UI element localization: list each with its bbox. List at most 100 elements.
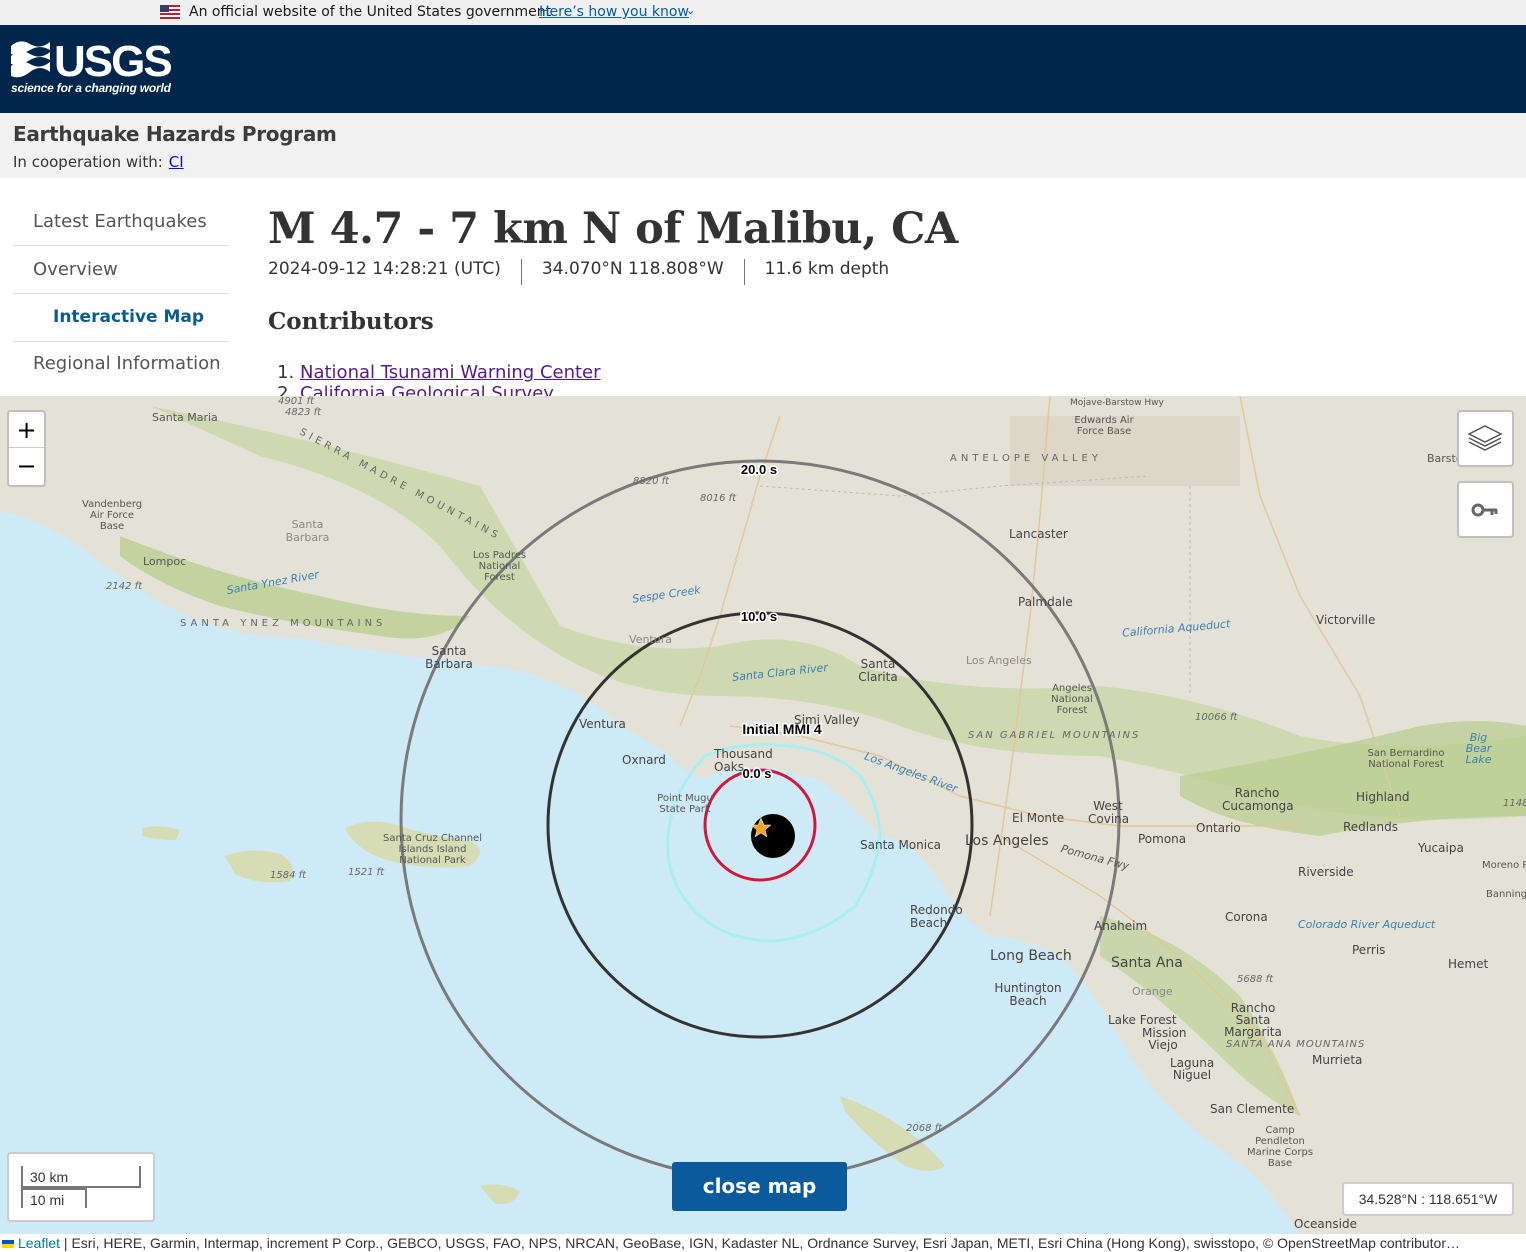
usgs-tagline: science for a changing world — [11, 81, 171, 95]
page-title: M 4.7 - 7 km N of Malibu, CA — [268, 204, 958, 254]
map-label: 4823 ft — [285, 407, 322, 418]
map-label: Santa Barbara — [425, 644, 473, 671]
sidebar-item-overview[interactable]: Overview — [13, 246, 229, 294]
coop-link-ci[interactable]: CI — [169, 153, 184, 171]
close-map-button[interactable]: close map — [672, 1162, 847, 1211]
usgs-wordmark: USGS — [54, 37, 171, 86]
map-label: Redondo Beach — [910, 903, 963, 930]
map-label: Edwards Air Force Base — [1074, 415, 1134, 437]
map-label: Santa Barbara — [285, 518, 330, 544]
legend-button[interactable] — [1457, 481, 1514, 538]
map-label: ANTELOPE VALLEY — [950, 453, 1102, 464]
list-item: National Tsunami Warning Center — [300, 362, 601, 383]
map-label: Ontario — [1196, 821, 1241, 835]
map-label: Los Angeles — [965, 833, 1049, 849]
key-icon — [1471, 503, 1498, 517]
sidebar-item-regional-information[interactable]: Regional Information — [13, 342, 229, 402]
map-label: 5688 ft — [1237, 974, 1274, 985]
map-label: 1584 ft — [270, 870, 307, 881]
map-label: Simi Valley — [794, 713, 860, 727]
sidebar-nav: Latest Earthquakes Overview Interactive … — [13, 198, 229, 402]
map-label: Thousand Oaks — [714, 747, 773, 774]
map-attribution: Leaflet | Esri, HERE, Garmin, Intermap, … — [0, 1234, 1526, 1252]
ring-label-20: 20.0 s — [741, 462, 777, 477]
map-label: Lancaster — [1009, 527, 1068, 541]
sidebar-item-latest-earthquakes[interactable]: Latest Earthquakes — [13, 198, 229, 246]
map-label: Los Angeles — [966, 654, 1032, 667]
map-label: Hemet — [1448, 957, 1489, 971]
map-label: San Bernardino National Forest — [1367, 748, 1445, 770]
map-label: Rancho Cucamonga — [1222, 786, 1294, 813]
us-flag-icon — [160, 5, 180, 19]
map-label: 1521 ft — [348, 867, 385, 878]
zoom-out-button[interactable]: − — [9, 448, 44, 484]
layers-icon — [1467, 425, 1503, 451]
map-label: Redlands — [1343, 820, 1398, 834]
how-you-know-link[interactable]: Here’s how you know — [539, 4, 689, 20]
mouse-coordinates: 34.528°N : 118.651°W — [1342, 1182, 1514, 1216]
map-label: 4901 ft — [278, 396, 315, 407]
map-label: Corona — [1225, 910, 1268, 924]
map-label: El Monte — [1012, 811, 1065, 825]
event-overlay: 20.0 s 10.0 s 0.0 s Initial MMI 4 — [399, 459, 1121, 1181]
map-label: SANTA ANA MOUNTAINS — [1226, 1039, 1366, 1050]
sidebar-item-interactive-map[interactable]: Interactive Map — [13, 294, 229, 342]
map-label: Santa Monica — [860, 838, 942, 852]
map-label: Vandenberg Air Force Base — [82, 499, 143, 532]
zoom-in-button[interactable]: + — [9, 412, 44, 448]
map-label: Santa Ana — [1111, 955, 1183, 971]
map-label: Camp Pendleton Marine Corps Base — [1246, 1125, 1314, 1169]
scale-bar: 30 km 10 mi — [7, 1152, 155, 1222]
map-label: San Clemente — [1210, 1102, 1295, 1116]
chevron-down-icon[interactable]: ⌄ — [686, 4, 695, 17]
event-location: 34.070°N 118.808°W — [520, 259, 744, 285]
map-label: Angeles National Forest — [1051, 683, 1093, 716]
map-label: Huntington Beach — [994, 981, 1062, 1008]
map-label: Santa Clarita — [858, 657, 898, 684]
map-label: Palmdale — [1018, 595, 1073, 609]
map-label: Lompoc — [143, 555, 187, 568]
map-label: Point Mugu State Park — [657, 793, 713, 815]
map-label: Orange — [1132, 985, 1173, 998]
program-bar: Earthquake Hazards Program In cooperatio… — [0, 113, 1526, 178]
gov-banner-text: An official website of the United States… — [189, 4, 552, 20]
map-label: 8820 ft — [633, 476, 670, 487]
event-time: 2024-09-12 14:28:21 (UTC) — [268, 259, 501, 279]
map-label: West Covina — [1088, 799, 1130, 826]
map-label: Moreno Reservation — [1482, 860, 1526, 871]
map-label: Murrieta — [1312, 1053, 1363, 1067]
event-depth: 11.6 km depth — [743, 259, 910, 285]
interactive-map[interactable]: 20.0 s 10.0 s 0.0 s Initial MMI 4 Santa … — [0, 396, 1526, 1234]
layers-button[interactable] — [1457, 410, 1514, 467]
map-label: Victorville — [1316, 613, 1376, 627]
map-label: Lake Forest — [1108, 1013, 1177, 1027]
map-label: Riverside — [1298, 865, 1354, 879]
map-label: Colorado River Aqueduct — [1298, 918, 1436, 931]
map-label: Oceanside — [1294, 1217, 1357, 1231]
map-label: Los Padres National Forest — [472, 550, 527, 583]
map-label: Banning — [1486, 889, 1526, 900]
ukraine-flag-icon — [2, 1240, 14, 1249]
ring-label-10: 10.0 s — [741, 609, 777, 624]
map-label: 1148 — [1503, 798, 1526, 809]
map-label: Pomona — [1138, 832, 1187, 846]
cooperation-line: In cooperation with: CI — [13, 153, 184, 171]
gov-banner: An official website of the United States… — [0, 0, 1526, 25]
map-label: SAN GABRIEL MOUNTAINS — [968, 730, 1141, 741]
scale-km: 30 km — [21, 1166, 141, 1188]
usgs-header: USGS science for a changing world — [0, 25, 1526, 113]
program-title[interactable]: Earthquake Hazards Program — [13, 122, 337, 146]
map-label: Laguna Niguel — [1170, 1056, 1215, 1082]
map-label: Anaheim — [1094, 919, 1148, 933]
zoom-control: + − — [7, 410, 46, 487]
map-label: SANTA YNEZ MOUNTAINS — [180, 618, 387, 629]
leaflet-link[interactable]: Leaflet — [18, 1235, 60, 1251]
map-label: Ventura — [629, 633, 672, 646]
map-label: Mojave-Barstow Hwy — [1070, 398, 1164, 408]
map-label: Highland — [1356, 790, 1410, 804]
map-label: Big Bear Lake — [1465, 731, 1492, 766]
contributors-heading: Contributors — [268, 308, 434, 335]
contributor-link[interactable]: National Tsunami Warning Center — [300, 362, 601, 383]
map-label: 2142 ft — [106, 581, 143, 592]
map-label: 10066 ft — [1195, 712, 1238, 723]
